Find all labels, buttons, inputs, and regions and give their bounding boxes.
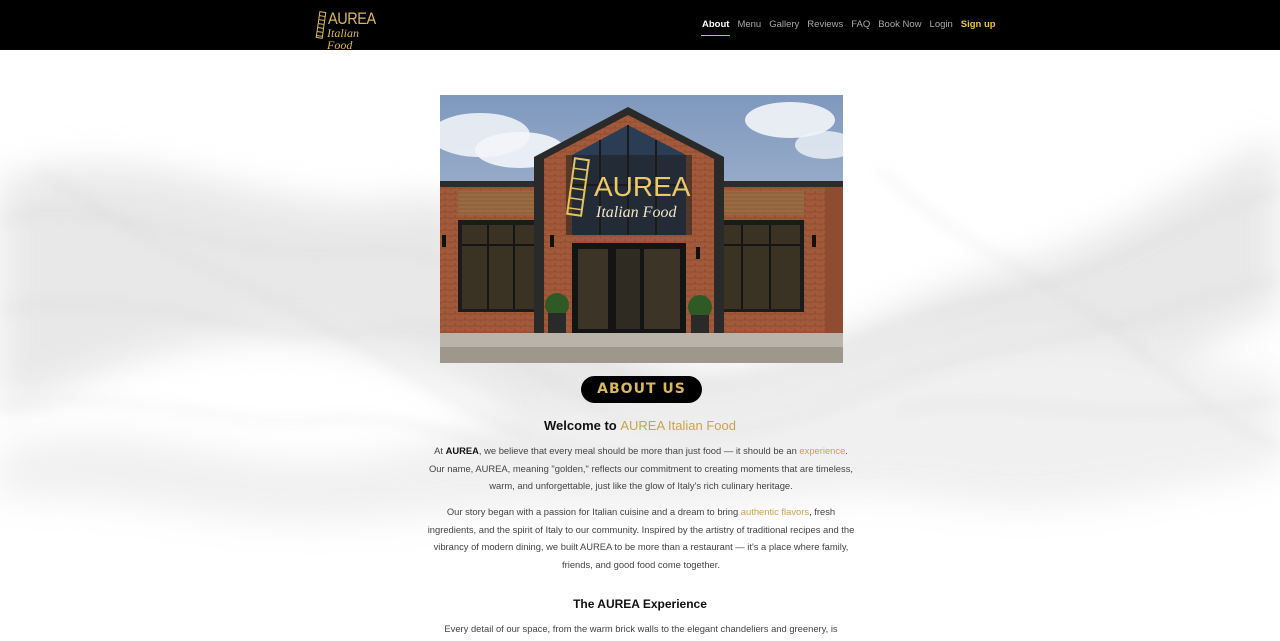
nav-links: About Menu Gallery Reviews FAQ Book Now … — [700, 0, 996, 50]
experience-paragraph: Every detail of our space, from the warm… — [444, 623, 838, 641]
restaurant-storefront-image: AUREA Italian Food — [440, 95, 843, 363]
nav-link-gallery[interactable]: Gallery — [769, 0, 799, 50]
nav-link-login[interactable]: Login — [930, 0, 953, 50]
sign-sub-text: Italian Food — [595, 204, 677, 221]
welcome-heading: Welcome to AUREA Italian Food — [0, 418, 1280, 433]
leaning-tower-icon — [315, 11, 327, 39]
p2-text-a: Our story began with a passion for Itali… — [446, 506, 739, 517]
p1-text-a: At — [434, 445, 443, 456]
about-paragraph-1: At AUREA, we believe that every meal sho… — [425, 442, 857, 495]
nav-link-faq[interactable]: FAQ — [851, 0, 870, 50]
nav-link-about[interactable]: About — [700, 0, 731, 50]
nav-link-sign-up[interactable]: Sign up — [961, 0, 996, 50]
p1-highlight-experience: experience — [799, 445, 846, 456]
experience-heading: The AUREA Experience — [573, 597, 707, 611]
nav-link-book-now[interactable]: Book Now — [878, 0, 921, 50]
aurea-logo[interactable]: AUREA Italian Food — [315, 8, 385, 51]
nav-link-menu[interactable]: Menu — [737, 0, 761, 50]
welcome-name: AUREA Italian Food — [620, 418, 736, 433]
p1-text-c: , we believe that every meal should be m… — [478, 445, 797, 456]
top-navbar: AUREA Italian Food About Menu Gallery Re… — [0, 0, 1280, 51]
logo-sub-text: Italian Food — [327, 26, 359, 52]
nav-link-reviews[interactable]: Reviews — [807, 0, 843, 50]
welcome-prefix: Welcome to — [544, 418, 617, 433]
logo-brand-text: AUREA — [328, 9, 376, 28]
about-us-heading: ABOUT US — [581, 376, 702, 403]
p2-highlight-authentic-flavors: authentic flavors — [740, 506, 810, 517]
sign-brand-text: AUREA — [594, 171, 691, 202]
p1-bold-aurea: AUREA — [445, 445, 479, 456]
about-paragraph-2: Our story began with a passion for Itali… — [425, 503, 857, 573]
